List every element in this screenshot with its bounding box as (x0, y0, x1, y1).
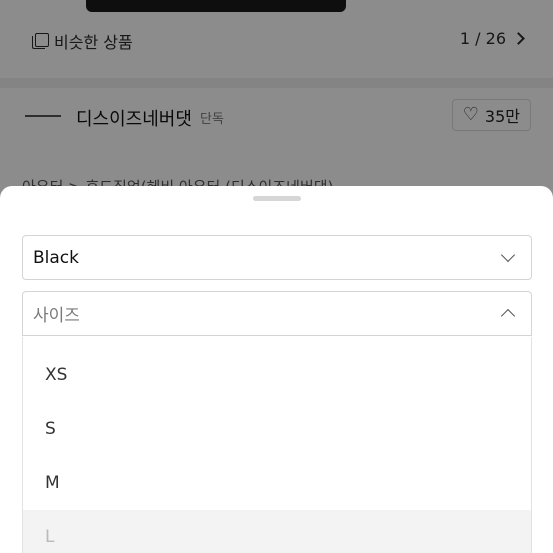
chevron-down-icon (500, 247, 516, 263)
size-select[interactable]: 사이즈 (22, 291, 532, 336)
size-option-m[interactable]: M (23, 456, 531, 510)
color-select[interactable]: Black (22, 235, 532, 280)
size-option-s[interactable]: S (23, 402, 531, 456)
sheet-handle[interactable] (253, 196, 301, 201)
size-select-placeholder: 사이즈 (33, 306, 80, 326)
size-option-xs[interactable]: XS (23, 348, 531, 402)
chevron-up-icon (500, 308, 516, 324)
size-options-list: XS S M L (22, 337, 532, 553)
option-bottom-sheet: Black 사이즈 XS S M L (0, 186, 553, 553)
color-select-value: Black (33, 247, 79, 268)
size-option-l: L (23, 510, 531, 553)
